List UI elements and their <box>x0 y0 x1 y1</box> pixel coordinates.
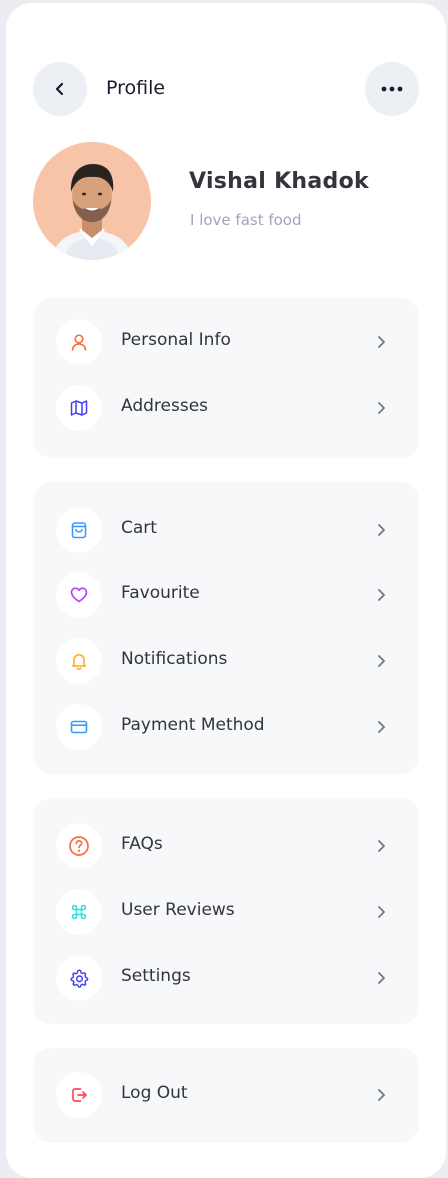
user-icon <box>56 319 102 365</box>
menu-item-label: FAQs <box>121 834 163 854</box>
help-circle-icon <box>56 823 102 869</box>
more-horizontal-icon <box>381 86 403 92</box>
chevron-right-icon <box>373 970 389 986</box>
logout-icon <box>56 1072 102 1118</box>
back-button[interactable] <box>33 62 87 116</box>
chevron-right-icon <box>373 719 389 735</box>
menu-group-logout: Log Out <box>33 1048 419 1143</box>
menu-item-label: Favourite <box>121 583 200 603</box>
menu-item-label: User Reviews <box>121 900 235 920</box>
command-icon <box>56 889 102 935</box>
menu-item-label: Payment Method <box>121 715 265 735</box>
menu-item-label: Addresses <box>121 396 209 416</box>
shopping-bag-icon <box>56 507 102 553</box>
chevron-right-icon <box>373 334 389 350</box>
menu-item-cart[interactable]: Cart <box>33 505 419 555</box>
menu-group-support: FAQs User Reviews Settings <box>33 798 419 1024</box>
more-options-button[interactable] <box>365 62 419 116</box>
menu-item-label: Notifications <box>121 649 228 669</box>
profile-name: Vishal Khadok <box>189 169 369 194</box>
profile-bio: I love fast food <box>190 211 302 229</box>
menu-item-user-reviews[interactable]: User Reviews <box>33 887 419 937</box>
chevron-left-icon <box>53 82 67 96</box>
profile-screen: Profile Vishal Khadok I love fast food P… <box>6 3 446 1178</box>
menu-item-label: Cart <box>121 518 157 538</box>
menu-item-personal-info[interactable]: Personal Info <box>33 317 419 367</box>
menu-group-shopping: Cart Favourite Notifications Payment Met… <box>33 482 419 774</box>
menu-item-payment-method[interactable]: Payment Method <box>33 702 419 752</box>
chevron-right-icon <box>373 587 389 603</box>
menu-item-faqs[interactable]: FAQs <box>33 821 419 871</box>
chevron-right-icon <box>373 904 389 920</box>
menu-item-notifications[interactable]: Notifications <box>33 636 419 686</box>
map-icon <box>56 385 102 431</box>
header: Profile <box>33 62 419 116</box>
menu-item-addresses[interactable]: Addresses <box>33 383 419 433</box>
menu-item-label: Log Out <box>121 1083 188 1103</box>
chevron-right-icon <box>373 838 389 854</box>
menu-item-label: Personal Info <box>121 330 231 350</box>
page-title: Profile <box>106 77 166 99</box>
avatar <box>33 142 151 260</box>
menu-item-favourite[interactable]: Favourite <box>33 570 419 620</box>
bell-icon <box>56 638 102 684</box>
menu-group-account: Personal Info Addresses <box>33 298 419 458</box>
chevron-right-icon <box>373 653 389 669</box>
menu-item-settings[interactable]: Settings <box>33 953 419 1003</box>
chevron-right-icon <box>373 1087 389 1103</box>
heart-icon <box>56 572 102 618</box>
credit-card-icon <box>56 704 102 750</box>
menu-item-label: Settings <box>121 966 191 986</box>
chevron-right-icon <box>373 400 389 416</box>
settings-icon <box>56 955 102 1001</box>
menu-item-log-out[interactable]: Log Out <box>33 1070 419 1120</box>
chevron-right-icon <box>373 522 389 538</box>
